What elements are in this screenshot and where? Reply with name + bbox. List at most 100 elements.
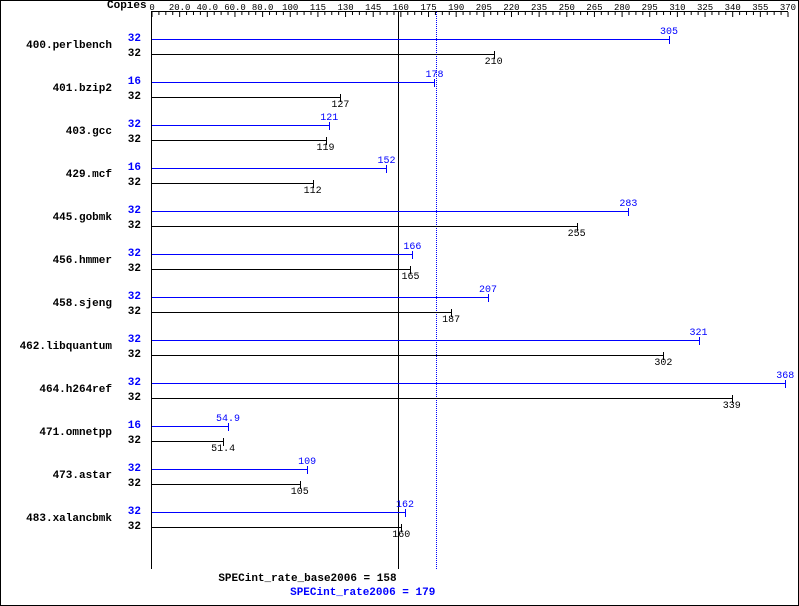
peak-copies: 32: [117, 463, 141, 475]
svg-text:370: 370: [780, 3, 796, 13]
svg-text:310: 310: [669, 3, 685, 13]
svg-text:235: 235: [531, 3, 547, 13]
svg-text:100: 100: [282, 3, 298, 13]
peak-value: 368: [776, 371, 794, 382]
peak-bar: [152, 254, 412, 255]
base-value: 165: [401, 272, 419, 283]
base-copies: 32: [117, 91, 141, 103]
svg-text:325: 325: [697, 3, 713, 13]
benchmark-name: 458.sjeng: [2, 298, 112, 310]
base-copies: 32: [117, 134, 141, 146]
base-bar: [152, 312, 451, 313]
benchmark-name: 462.libquantum: [2, 341, 112, 353]
baseline-label: SPECint_rate_base2006 = 158: [151, 573, 397, 585]
svg-text:145: 145: [365, 3, 381, 13]
base-value: 127: [331, 100, 349, 111]
svg-text:40.0: 40.0: [197, 3, 219, 13]
svg-text:160: 160: [393, 3, 409, 13]
peak-bar: [152, 340, 699, 341]
plot-area: Copies 020.040.060.080.01001151301451601…: [151, 11, 788, 569]
chart-frame: Copies 020.040.060.080.01001151301451601…: [0, 0, 799, 606]
base-value: 119: [317, 143, 335, 154]
peak-copies: 32: [117, 377, 141, 389]
benchmark-row: 473.astar 32 32 109 105: [152, 460, 788, 500]
peak-value: 109: [298, 457, 316, 468]
peak-copies: 16: [117, 420, 141, 432]
benchmark-row: 400.perlbench 32 32 305 210: [152, 30, 788, 70]
peak-copies: 32: [117, 291, 141, 303]
benchmark-name: 400.perlbench: [2, 40, 112, 52]
benchmark-name: 445.gobmk: [2, 212, 112, 224]
base-copies: 32: [117, 435, 141, 447]
base-value: 210: [485, 57, 503, 68]
peak-value: 162: [396, 500, 414, 511]
benchmark-name: 473.astar: [2, 470, 112, 482]
base-copies: 32: [117, 48, 141, 60]
base-value: 160: [392, 530, 410, 541]
base-value: 112: [304, 186, 322, 197]
peak-bar: [152, 383, 785, 384]
benchmark-row: 464.h264ref 32 32 368 339: [152, 374, 788, 414]
base-bar: [152, 97, 340, 98]
summary-labels: SPECint_rate_base2006 = 158 SPECint_rate…: [151, 573, 788, 601]
base-copies: 32: [117, 306, 141, 318]
benchmark-name: 401.bzip2: [2, 83, 112, 95]
base-value: 105: [291, 487, 309, 498]
benchmark-name: 429.mcf: [2, 169, 112, 181]
base-value: 51.4: [211, 444, 235, 455]
peak-bar: [152, 469, 307, 470]
benchmark-row: 462.libquantum 32 32 321 302: [152, 331, 788, 371]
benchmark-name: 403.gcc: [2, 126, 112, 138]
peak-bar: [152, 82, 434, 83]
x-axis: 020.040.060.080.010011513014516017519020…: [152, 0, 788, 20]
base-bar: [152, 355, 663, 356]
benchmark-name: 483.xalancbmk: [2, 513, 112, 525]
benchmark-name: 464.h264ref: [2, 384, 112, 396]
base-copies: 32: [117, 392, 141, 404]
base-copies: 32: [117, 263, 141, 275]
svg-text:340: 340: [725, 3, 741, 13]
base-copies: 32: [117, 349, 141, 361]
base-value: 187: [442, 315, 460, 326]
base-bar: [152, 398, 732, 399]
peak-value: 178: [425, 70, 443, 81]
benchmark-row: 401.bzip2 16 32 178 127: [152, 73, 788, 113]
svg-text:280: 280: [614, 3, 630, 13]
base-copies: 32: [117, 177, 141, 189]
base-bar: [152, 441, 223, 442]
svg-text:20.0: 20.0: [169, 3, 191, 13]
base-bar: [152, 140, 326, 141]
peak-bar: [152, 125, 329, 126]
svg-text:295: 295: [642, 3, 658, 13]
base-bar: [152, 54, 494, 55]
peak-value: 166: [403, 242, 421, 253]
base-bar: [152, 183, 313, 184]
peak-bar: [152, 297, 488, 298]
peak-copies: 32: [117, 506, 141, 518]
peak-value: 321: [690, 328, 708, 339]
svg-text:355: 355: [752, 3, 768, 13]
peak-bar: [152, 39, 669, 40]
base-copies: 32: [117, 478, 141, 490]
svg-text:60.0: 60.0: [224, 3, 246, 13]
base-bar: [152, 484, 300, 485]
benchmark-row: 483.xalancbmk 32 32 162 160: [152, 503, 788, 543]
svg-text:175: 175: [420, 3, 436, 13]
svg-text:115: 115: [310, 3, 326, 13]
svg-text:265: 265: [586, 3, 602, 13]
benchmark-row: 458.sjeng 32 32 207 187: [152, 288, 788, 328]
benchmark-name: 471.omnetpp: [2, 427, 112, 439]
peak-copies: 32: [117, 334, 141, 346]
peak-copies: 32: [117, 119, 141, 131]
benchmark-rows: 400.perlbench 32 32 305 210 401.bzip2 16…: [152, 30, 788, 569]
peak-copies: 32: [117, 33, 141, 45]
svg-text:220: 220: [503, 3, 519, 13]
benchmark-row: 429.mcf 16 32 152 112: [152, 159, 788, 199]
base-value: 339: [723, 401, 741, 412]
svg-text:205: 205: [476, 3, 492, 13]
base-bar: [152, 527, 401, 528]
base-copies: 32: [117, 220, 141, 232]
benchmark-row: 456.hmmer 32 32 166 165: [152, 245, 788, 285]
peak-bar: [152, 168, 386, 169]
base-copies: 32: [117, 521, 141, 533]
